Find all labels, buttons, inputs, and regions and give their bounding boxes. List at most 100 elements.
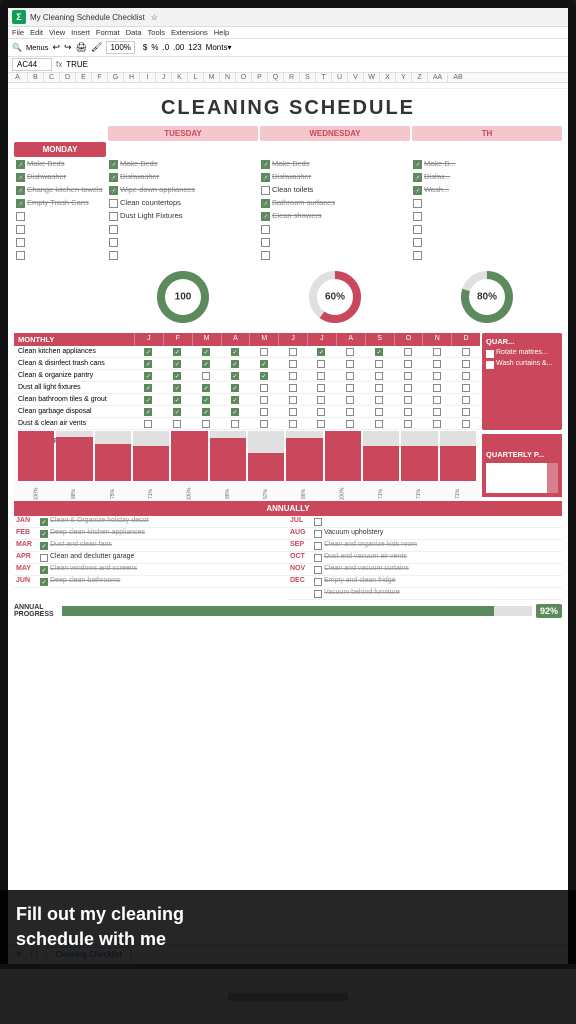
annual-jun: JUN ✓ Deep clean bathrooms (14, 576, 288, 588)
task-wednesday-3: Clean toilets (259, 184, 410, 196)
checkbox-thursday-5[interactable] (413, 212, 422, 221)
annual-left-col: JAN ✓ Clean & Organize holiday decor FEB… (14, 516, 288, 600)
annual-jul: JUL (288, 516, 562, 528)
menu-insert[interactable]: Insert (71, 28, 90, 37)
checkbox-monday-3[interactable]: ✓ (16, 186, 25, 195)
bar-sep: 100% (325, 431, 361, 497)
annual-apr: APR Clean and declutter garage (14, 552, 288, 564)
checkbox-monday-5[interactable] (16, 212, 25, 221)
stand-base (228, 993, 348, 1001)
task-wednesday-7 (259, 236, 410, 248)
checkbox-tuesday-2[interactable]: ✓ (109, 173, 118, 182)
tasks-grid: ✓ Make Beds ✓ Make Beds ✓ Make Beds ✓ Ma… (14, 158, 562, 261)
redo-icon[interactable]: ↪ (64, 42, 72, 53)
paint-icon[interactable]: 🖌 (91, 42, 102, 53)
day-header-thursday: TH (412, 126, 562, 141)
checkbox-tuesday-3[interactable]: ✓ (109, 186, 118, 195)
dec-icon: .0 (163, 43, 170, 52)
annual-oct: OCT Dust and vacuum air vents (288, 552, 562, 564)
monitor-stand (0, 969, 576, 1024)
browser-bar: Σ My Cleaning Schedule Checklist ☆ (8, 8, 568, 27)
checkbox-thursday-4[interactable] (413, 199, 422, 208)
task-tuesday-4: Clean countertops (107, 197, 258, 209)
menu-help[interactable]: Help (214, 28, 229, 37)
task-tuesday-1: ✓ Make Beds (107, 158, 258, 170)
menu-extensions[interactable]: Extensions (171, 28, 208, 37)
task-thursday-1: ✓ Make B... (411, 158, 562, 170)
checkbox-thursday-2[interactable]: ✓ (413, 173, 422, 182)
column-headers: A B C D E F G H I J K L M N O P Q R S T … (8, 73, 568, 83)
menu-view[interactable]: View (49, 28, 65, 37)
checkbox-tuesday-1[interactable]: ✓ (109, 160, 118, 169)
magnifier-icon: 🔍 (12, 43, 22, 52)
annual-dec: DEC Empty and clean fridge (288, 576, 562, 588)
monthly-header: MONTHLY J F M A M J J A S O N D (14, 333, 480, 346)
monthly-task-row-6: Clean garbage disposal ✓ ✓ ✓ ✓ (14, 406, 480, 418)
monday-pct-label: 100 (175, 292, 192, 303)
cell-reference[interactable]: AC44 (12, 58, 52, 71)
task-thursday-2: ✓ Dishw... (411, 171, 562, 183)
annual-mar: MAR ✓ Dust and clean fans (14, 540, 288, 552)
title-section: CLEANING SCHEDULE (8, 89, 568, 122)
progress-circles-row: 100 60% (14, 267, 562, 327)
bar-nov: 71% (401, 431, 437, 497)
annual-aug: AUG Vacuum upholstery (288, 528, 562, 540)
fx-label: fx (56, 60, 62, 69)
annual-grid: JAN ✓ Clean & Organize holiday decor FEB… (14, 516, 562, 600)
day-headers-row: TUESDAY WEDNESDAY TH (14, 126, 562, 141)
annual-pct-badge: 92% (536, 604, 562, 618)
checkbox-wednesday-1[interactable]: ✓ (261, 160, 270, 169)
checkbox-wednesday-5[interactable]: ✓ (261, 212, 270, 221)
task-tuesday-6 (107, 223, 258, 235)
quarterly-panel: QUAR... Rotate mattres... Wash curtains … (482, 333, 562, 430)
screen: Σ My Cleaning Schedule Checklist ☆ File … (8, 8, 568, 964)
menu-file[interactable]: File (12, 28, 24, 37)
task-monday-1: ✓ Make Beds (14, 158, 106, 170)
monthly-progress-bars: 100% 88% 75% (18, 447, 476, 497)
monthly-progress-section: MONTHLY PROGRESS 100% (14, 434, 562, 497)
checkbox-monday-1[interactable]: ✓ (16, 160, 25, 169)
monthly-task-row-3: Clean & organize pantry ✓ ✓ ✓ ✓ (14, 370, 480, 382)
menu-data[interactable]: Data (126, 28, 142, 37)
checkbox-wednesday-4[interactable]: ✓ (261, 199, 270, 208)
font-dropdown[interactable]: Monts▾ (206, 43, 232, 52)
bar-aug: 86% (286, 431, 322, 497)
task-thursday-8 (411, 249, 562, 261)
monitor: Σ My Cleaning Schedule Checklist ☆ File … (0, 0, 576, 1024)
bar-mar: 75% (95, 431, 131, 497)
checkbox-monday-2[interactable]: ✓ (16, 173, 25, 182)
bar-jun: 86% (210, 431, 246, 497)
task-monday-4: ✓ Empty Trash Cans (14, 197, 106, 209)
sheets-toolbar: 🔍 Menus ↩ ↪ 🖨 🖌 100% $ % .0 .00 123 Mont… (8, 39, 568, 57)
monthly-task-row-4: Dust all light fixtures ✓ ✓ ✓ ✓ (14, 382, 480, 394)
task-monday-6 (14, 223, 106, 235)
wednesday-progress-circle: 80% (412, 267, 562, 327)
checkbox-monday-4[interactable]: ✓ (16, 199, 25, 208)
dec2-icon: .00 (173, 43, 184, 52)
bar-jan: 100% (18, 431, 54, 497)
subtitle-line2: schedule with me (16, 929, 166, 949)
task-wednesday-2: ✓ Dishwasher (259, 171, 410, 183)
quarterly-task-2: Wash curtains &... (486, 360, 558, 369)
checkbox-tuesday-4[interactable] (109, 199, 118, 208)
annual-progress-label: ANNUALPROGRESS (14, 604, 58, 618)
menu-tools[interactable]: Tools (148, 28, 166, 37)
task-monday-2: ✓ Dishwasher (14, 171, 106, 183)
day-header-monday: MONDAY (14, 142, 106, 157)
zoom-level[interactable]: 100% (106, 41, 134, 54)
annual-may: MAY ✓ Clean windows and screens (14, 564, 288, 576)
undo-icon[interactable]: ↩ (52, 42, 60, 53)
task-thursday-7 (411, 236, 562, 248)
task-wednesday-6 (259, 223, 410, 235)
dollar-icon: $ (143, 43, 147, 52)
sheets-menu-bar[interactable]: File Edit View Insert Format Data Tools … (8, 27, 568, 39)
checkbox-thursday-1[interactable]: ✓ (413, 160, 422, 169)
checkbox-tuesday-5[interactable] (109, 212, 118, 221)
checkbox-thursday-3[interactable]: ✓ (413, 186, 422, 195)
checkbox-wednesday-3[interactable] (261, 186, 270, 195)
menu-format[interactable]: Format (96, 28, 120, 37)
menu-edit[interactable]: Edit (30, 28, 43, 37)
checkbox-wednesday-2[interactable]: ✓ (261, 173, 270, 182)
print-icon[interactable]: 🖨 (76, 42, 87, 53)
bar-jul: 57% (248, 431, 284, 497)
